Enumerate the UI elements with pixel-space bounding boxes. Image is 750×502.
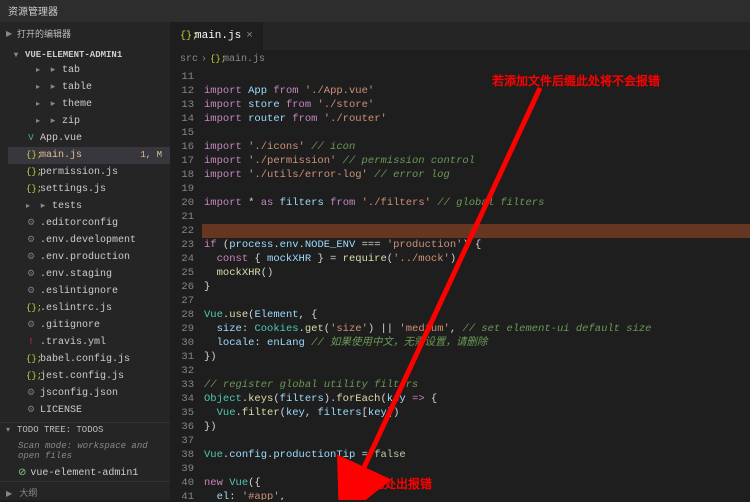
tab-bar: {}; main.js × (170, 22, 750, 50)
cfg-file-icon: ⚙ (26, 267, 36, 282)
folder-file-icon: ▸ (48, 97, 58, 112)
js-file-icon: {}; (26, 182, 36, 197)
explorer-title: 资源管理器 (8, 3, 58, 19)
js-file-icon: {}; (26, 369, 36, 384)
chevron-right-icon: ▶ (6, 489, 14, 499)
folder-theme[interactable]: ▸▸theme (8, 96, 170, 113)
chevron-right-icon: ▶ (6, 29, 14, 39)
open-editors-section[interactable]: ▶打开的编辑器 (0, 22, 170, 45)
file-settings-js[interactable]: {};settings.js (8, 181, 170, 198)
file-jest-config-js[interactable]: {};jest.config.js (8, 368, 170, 385)
cfg-file-icon: ⚙ (26, 284, 36, 299)
file--gitignore[interactable]: ⚙.gitignore (8, 317, 170, 334)
js-file-icon: {}; (26, 165, 36, 180)
file--travis-yml[interactable]: !.travis.yml (8, 334, 170, 351)
scan-mode-message: Scan mode: workspace and open files (0, 437, 170, 465)
js-file-icon: {}; (26, 352, 36, 367)
chevron-right-icon: ▸ (26, 199, 34, 214)
todo-tree-section: ▾TODO TREE: TODOS Scan mode: workspace a… (0, 422, 170, 481)
js-file-icon: {}; (26, 148, 36, 163)
file-App-vue[interactable]: VApp.vue (8, 130, 170, 147)
cfg-file-icon: ⚙ (26, 216, 36, 231)
code-content[interactable]: import App from './App.vue'import store … (204, 68, 750, 500)
cfg-file-icon: ⚙ (26, 233, 36, 248)
js-file-icon: {}; (26, 301, 36, 316)
sidebar: ▶打开的编辑器 ▾VUE-ELEMENT-ADMIN1 ▸▸tab▸▸table… (0, 22, 170, 500)
file--eslintignore[interactable]: ⚙.eslintignore (8, 283, 170, 300)
breadcrumbs[interactable]: src › {}; main.js (170, 50, 750, 68)
chevron-down-icon: ▾ (14, 50, 22, 60)
folder-table[interactable]: ▸▸table (8, 79, 170, 96)
chevron-down-icon: ▾ (6, 425, 14, 435)
close-icon[interactable]: × (246, 30, 253, 42)
project-section: ▾VUE-ELEMENT-ADMIN1 ▸▸tab▸▸table▸▸theme▸… (0, 45, 170, 422)
cfg-file-icon: ⚙ (26, 318, 36, 333)
project-root[interactable]: ▾VUE-ELEMENT-ADMIN1 (0, 48, 170, 62)
vue-file-icon: V (26, 131, 36, 146)
editor-pane: {}; main.js × src › {}; main.js 11121314… (170, 22, 750, 500)
folder-file-icon: ▸ (48, 114, 58, 129)
file-permission-js[interactable]: {};permission.js (8, 164, 170, 181)
folder-file-icon: ▸ (48, 63, 58, 78)
file--env-staging[interactable]: ⚙.env.staging (8, 266, 170, 283)
tab-main-js[interactable]: {}; main.js × (170, 22, 264, 50)
main-container: ▶打开的编辑器 ▾VUE-ELEMENT-ADMIN1 ▸▸tab▸▸table… (0, 22, 750, 500)
todo-tree-header[interactable]: ▾TODO TREE: TODOS (0, 423, 170, 437)
line-number-gutter: 1112131415161718192021222324252627282930… (170, 68, 204, 500)
file-babel-config-js[interactable]: {};babel.config.js (8, 351, 170, 368)
code-area[interactable]: 1112131415161718192021222324252627282930… (170, 68, 750, 500)
chevron-right-icon: ▸ (36, 80, 44, 95)
folder-tab[interactable]: ▸▸tab (8, 62, 170, 79)
chevron-right-icon: ▸ (36, 114, 44, 129)
modified-badge: 1, M (140, 148, 166, 163)
title-bar: 资源管理器 (0, 0, 750, 22)
file--eslintrc-js[interactable]: {};.eslintrc.js (8, 300, 170, 317)
chevron-right-icon: ▸ (36, 97, 44, 112)
file-main-js[interactable]: {};main.js1, M (8, 147, 170, 164)
todo-project-item[interactable]: ⊘vue-element-admin1 (0, 465, 170, 481)
cfg-file-icon: ⚙ (26, 386, 36, 401)
chevron-right-icon: ▸ (36, 63, 44, 78)
folder-zip[interactable]: ▸▸zip (8, 113, 170, 130)
yml-file-icon: ! (26, 335, 36, 350)
file--editorconfig[interactable]: ⚙.editorconfig (8, 215, 170, 232)
outline-section[interactable]: ▶ 大纲 (0, 481, 170, 502)
cfg-file-icon: ⚙ (26, 250, 36, 265)
js-file-icon: {}; (210, 54, 220, 64)
file-jsconfig-json[interactable]: ⚙jsconfig.json (8, 385, 170, 402)
file-LICENSE[interactable]: ⚙LICENSE (8, 402, 170, 419)
file--env-development[interactable]: ⚙.env.development (8, 232, 170, 249)
file-tree: ▸▸tab▸▸table▸▸theme▸▸zipVApp.vue{};main.… (0, 62, 170, 419)
js-file-icon: {}; (180, 31, 190, 42)
folder-file-icon: ▸ (38, 199, 48, 214)
folder-file-icon: ▸ (48, 80, 58, 95)
chevron-right-icon: › (201, 54, 207, 65)
folder-tests[interactable]: ▸▸tests (8, 198, 170, 215)
check-circle-icon: ⊘ (18, 467, 26, 479)
file--env-production[interactable]: ⚙.env.production (8, 249, 170, 266)
cfg-file-icon: ⚙ (26, 403, 36, 418)
